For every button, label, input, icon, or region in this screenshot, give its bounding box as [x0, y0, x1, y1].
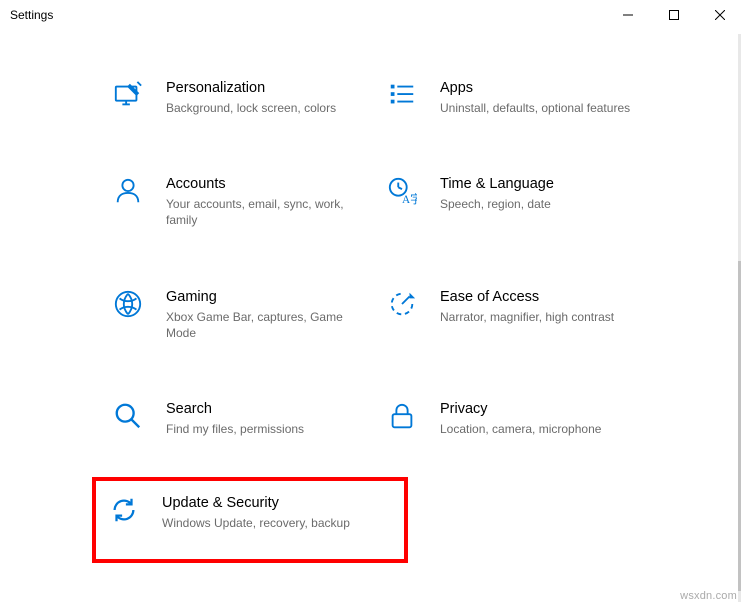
scrollbar-track[interactable] — [738, 34, 741, 602]
tile-desc: Speech, region, date — [440, 196, 644, 212]
watermark: wsxdn.com — [680, 590, 737, 602]
apps-icon — [384, 80, 420, 110]
accounts-icon — [110, 176, 146, 206]
update-security-icon — [106, 495, 142, 525]
tile-desc: Windows Update, recovery, backup — [162, 515, 394, 531]
tile-desc: Location, camera, microphone — [440, 421, 644, 437]
tile-desc: Find my files, permissions — [166, 421, 370, 437]
tile-text: Accounts Your accounts, email, sync, wor… — [166, 176, 370, 228]
tile-accounts[interactable]: Accounts Your accounts, email, sync, wor… — [110, 176, 370, 228]
tile-update-security[interactable]: Update & Security Windows Update, recove… — [92, 477, 408, 563]
minimize-button[interactable] — [605, 0, 651, 30]
personalization-icon — [110, 80, 146, 110]
tile-desc: Narrator, magnifier, high contrast — [440, 309, 644, 325]
search-icon — [110, 401, 146, 431]
tile-search[interactable]: Search Find my files, permissions — [110, 401, 370, 437]
tile-title: Search — [166, 401, 370, 417]
tile-title: Ease of Access — [440, 289, 644, 305]
tile-title: Personalization — [166, 80, 370, 96]
tile-text: Search Find my files, permissions — [166, 401, 370, 437]
time-language-icon: A字 — [384, 176, 420, 206]
tile-apps[interactable]: Apps Uninstall, defaults, optional featu… — [384, 80, 644, 116]
tile-desc: Uninstall, defaults, optional features — [440, 100, 644, 116]
tile-time-language[interactable]: A字 Time & Language Speech, region, date — [384, 176, 644, 228]
tile-title: Time & Language — [440, 176, 644, 192]
ease-of-access-icon — [384, 289, 420, 319]
tile-text: Update & Security Windows Update, recove… — [162, 495, 394, 531]
tile-personalization[interactable]: Personalization Background, lock screen,… — [110, 80, 370, 116]
tile-title: Update & Security — [162, 495, 394, 511]
titlebar: Settings — [0, 0, 743, 30]
tile-title: Privacy — [440, 401, 644, 417]
close-button[interactable] — [697, 0, 743, 30]
content-area: Personalization Background, lock screen,… — [0, 30, 735, 606]
tile-text: Gaming Xbox Game Bar, captures, Game Mod… — [166, 289, 370, 341]
tile-ease-of-access[interactable]: Ease of Access Narrator, magnifier, high… — [384, 289, 644, 341]
window-title: Settings — [10, 8, 53, 22]
tile-text: Time & Language Speech, region, date — [440, 176, 644, 212]
svg-text:A字: A字 — [402, 192, 417, 206]
tile-title: Accounts — [166, 176, 370, 192]
scrollbar-thumb[interactable] — [738, 261, 741, 590]
maximize-button[interactable] — [651, 0, 697, 30]
tile-text: Apps Uninstall, defaults, optional featu… — [440, 80, 644, 116]
tile-privacy[interactable]: Privacy Location, camera, microphone — [384, 401, 644, 437]
window-controls — [605, 0, 743, 30]
privacy-icon — [384, 401, 420, 431]
tile-text: Ease of Access Narrator, magnifier, high… — [440, 289, 644, 325]
tile-desc: Your accounts, email, sync, work, family — [166, 196, 370, 228]
tile-desc: Background, lock screen, colors — [166, 100, 370, 116]
tile-title: Apps — [440, 80, 644, 96]
tile-desc: Xbox Game Bar, captures, Game Mode — [166, 309, 370, 341]
tile-title: Gaming — [166, 289, 370, 305]
settings-grid: Personalization Background, lock screen,… — [0, 30, 735, 583]
tile-text: Personalization Background, lock screen,… — [166, 80, 370, 116]
tile-text: Privacy Location, camera, microphone — [440, 401, 644, 437]
tile-gaming[interactable]: Gaming Xbox Game Bar, captures, Game Mod… — [110, 289, 370, 341]
gaming-icon — [110, 289, 146, 319]
